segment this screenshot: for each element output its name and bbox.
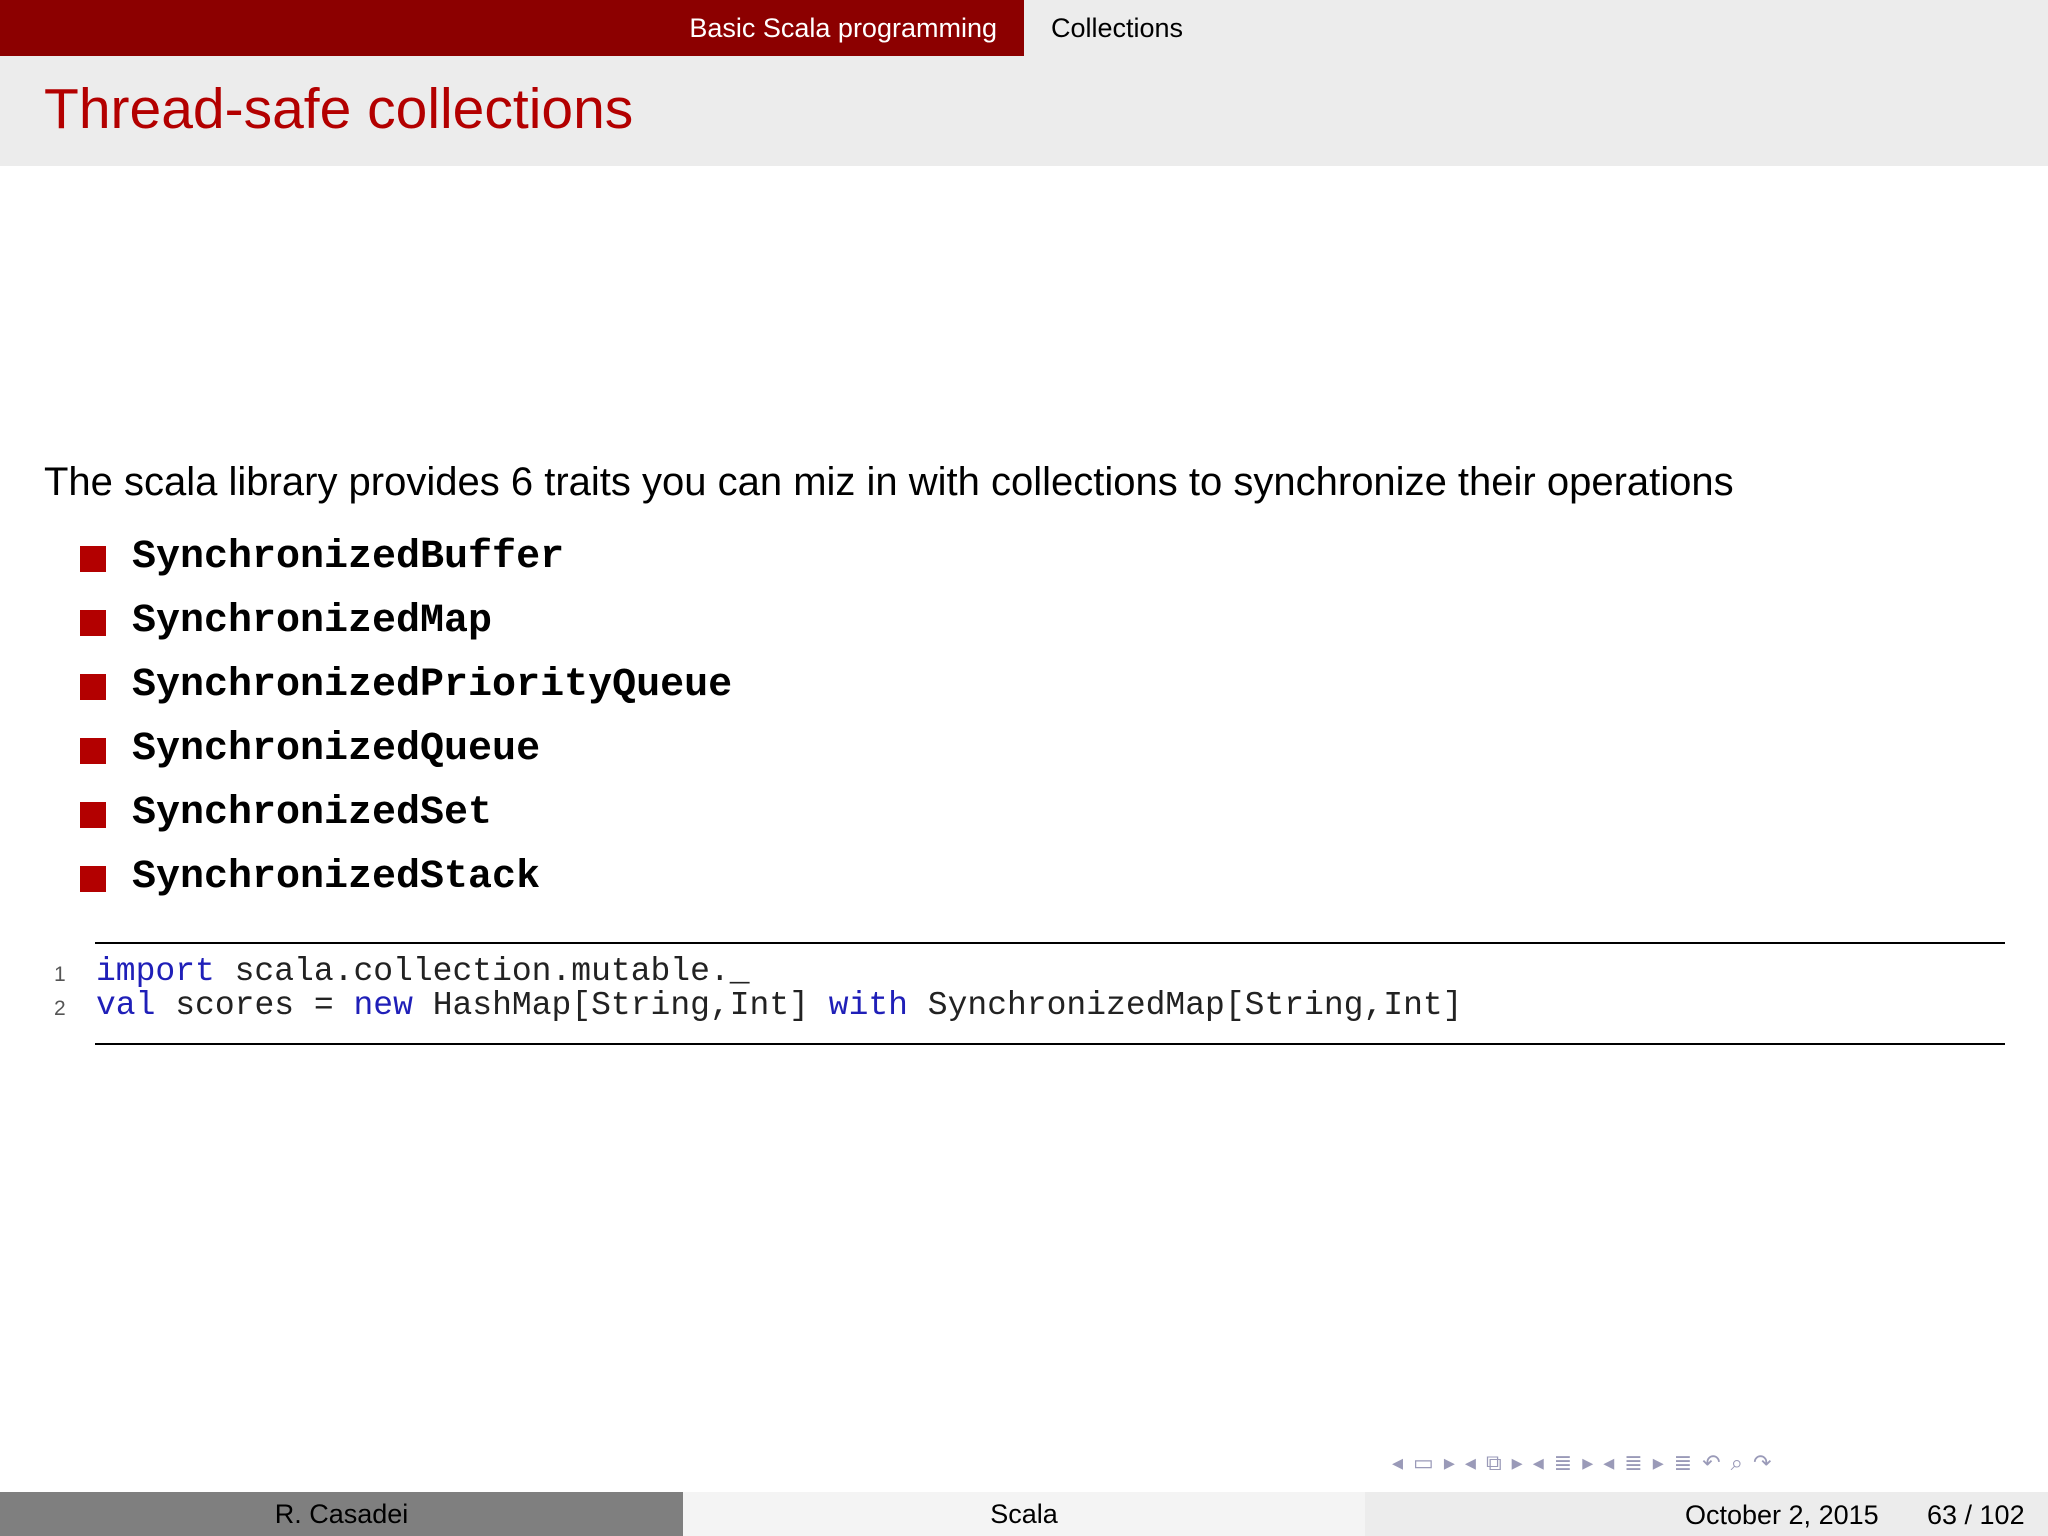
top-navigation-bar: Basic Scala programming Collections bbox=[0, 0, 2048, 56]
prev-section-arrow-icon[interactable]: ◂ bbox=[1533, 1452, 1544, 1474]
back-icon[interactable]: ↶ bbox=[1702, 1452, 1720, 1474]
search-icon[interactable]: ⌕ bbox=[1731, 1452, 1743, 1474]
square-bullet-icon bbox=[80, 802, 106, 828]
square-bullet-icon bbox=[80, 738, 106, 764]
trait-name: SynchronizedQueue bbox=[132, 727, 541, 772]
footer-bar: R. Casadei Scala October 2, 2015 63 / 10… bbox=[0, 1492, 2048, 1536]
navigation-controls: ◂ ▭ ▸ ◂ ⧉ ▸ ◂ ≣ ▸ ◂ ≣ ▸ ≣ ↶ ⌕ ↷ bbox=[1392, 1448, 2032, 1478]
trait-name: SynchronizedStack bbox=[132, 855, 541, 900]
square-bullet-icon bbox=[80, 610, 106, 636]
forward-icon[interactable]: ↷ bbox=[1753, 1452, 1771, 1474]
subsection-icon[interactable]: ⧉ bbox=[1486, 1452, 1502, 1474]
trait-name: SynchronizedSet bbox=[132, 791, 493, 836]
prev-frame-arrow-icon[interactable]: ◂ bbox=[1392, 1452, 1403, 1474]
prev-document-arrow-icon[interactable]: ◂ bbox=[1603, 1452, 1614, 1474]
trait-name: SynchronizedBuffer bbox=[132, 535, 565, 580]
frame-title-bar: Thread-safe collections bbox=[0, 56, 2048, 166]
code-plain: scores = bbox=[155, 987, 354, 1024]
appendix-icon[interactable]: ≣ bbox=[1674, 1452, 1692, 1474]
prev-subsection-arrow-icon[interactable]: ◂ bbox=[1465, 1452, 1476, 1474]
code-line: 1 import scala.collection.mutable._ bbox=[0, 955, 750, 989]
code-plain: HashMap[String,Int] bbox=[412, 987, 829, 1024]
nav-subsection[interactable]: Collections bbox=[1024, 0, 2048, 56]
code-text: val scores = new HashMap[String,Int] wit… bbox=[96, 989, 1462, 1023]
code-bottom-rule bbox=[95, 1043, 2005, 1045]
next-subsection-arrow-icon[interactable]: ▸ bbox=[1512, 1452, 1523, 1474]
square-bullet-icon bbox=[80, 866, 106, 892]
trait-name: SynchronizedPriorityQueue bbox=[132, 663, 733, 708]
code-keyword: val bbox=[96, 987, 156, 1024]
trait-name: SynchronizedMap bbox=[132, 599, 493, 644]
intro-text: The scala library provides 6 traits you … bbox=[44, 460, 1734, 504]
frame-icon[interactable]: ▭ bbox=[1413, 1452, 1434, 1474]
code-keyword: new bbox=[353, 987, 413, 1024]
short-title: Scala bbox=[990, 1498, 1058, 1529]
next-section-arrow-icon[interactable]: ▸ bbox=[1582, 1452, 1593, 1474]
outline-icon[interactable]: ≣ bbox=[1624, 1452, 1642, 1474]
frame-title: Thread-safe collections bbox=[44, 77, 634, 141]
page-counter: 63 / 102 bbox=[1927, 1500, 2025, 1530]
author-name: R. Casadei bbox=[274, 1498, 409, 1529]
code-plain: SynchronizedMap[String,Int] bbox=[907, 987, 1463, 1024]
nav-section[interactable]: Basic Scala programming bbox=[0, 0, 1024, 56]
next-frame-arrow-icon[interactable]: ▸ bbox=[1444, 1452, 1455, 1474]
code-top-rule bbox=[95, 942, 2005, 944]
nav-section-label: Basic Scala programming bbox=[689, 12, 997, 43]
section-icon[interactable]: ≣ bbox=[1554, 1452, 1572, 1474]
code-keyword: with bbox=[828, 987, 908, 1024]
square-bullet-icon bbox=[80, 674, 106, 700]
code-listing: 1 import scala.collection.mutable._ 2 va… bbox=[0, 942, 2048, 1046]
footer-author: R. Casadei bbox=[0, 1492, 683, 1536]
code-line: 2 val scores = new HashMap[String,Int] w… bbox=[0, 989, 1462, 1023]
footer-title: Scala bbox=[683, 1492, 1365, 1536]
line-number: 1 bbox=[54, 963, 66, 986]
code-plain: scala.collection.mutable._ bbox=[214, 953, 750, 990]
next-document-arrow-icon[interactable]: ▸ bbox=[1653, 1452, 1664, 1474]
line-number: 2 bbox=[54, 997, 66, 1020]
nav-subsection-label: Collections bbox=[1051, 12, 1184, 43]
square-bullet-icon bbox=[80, 546, 106, 572]
code-keyword: import bbox=[96, 953, 215, 990]
presentation-date: October 2, 2015 bbox=[1685, 1500, 1879, 1530]
code-text: import scala.collection.mutable._ bbox=[96, 955, 750, 989]
footer-date-page: October 2, 2015 63 / 102 bbox=[1365, 1492, 2048, 1536]
